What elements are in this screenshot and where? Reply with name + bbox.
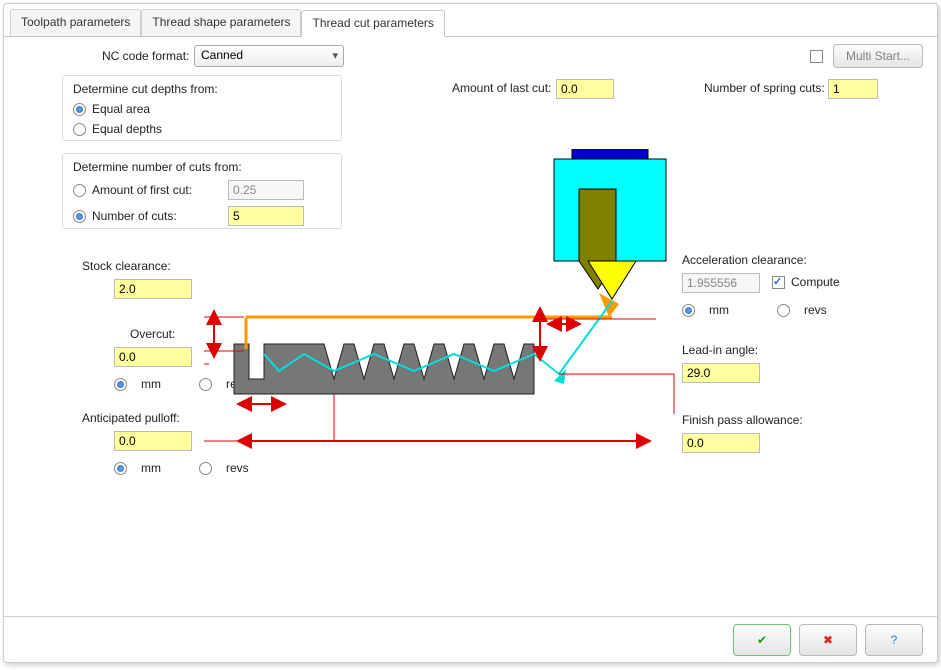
cancel-button[interactable]: ✖: [799, 624, 857, 656]
tab-toolpath-parameters[interactable]: Toolpath parameters: [10, 9, 141, 36]
stock-clearance-label: Stock clearance:: [82, 259, 171, 273]
equal-depths-radio[interactable]: [73, 123, 86, 136]
tab-thread-shape-parameters[interactable]: Thread shape parameters: [141, 9, 301, 36]
close-icon: ✖: [823, 633, 833, 647]
number-of-cuts-radio[interactable]: [73, 210, 86, 223]
overcut-mm-radio[interactable]: [114, 378, 127, 391]
tab-thread-cut-parameters[interactable]: Thread cut parameters: [301, 10, 444, 37]
stock-clearance-input[interactable]: [114, 279, 192, 299]
ok-button[interactable]: ✔: [733, 624, 791, 656]
nc-code-format-label: NC code format:: [102, 49, 189, 63]
equal-area-label: Equal area: [92, 102, 150, 116]
accel-compute-label: Compute: [791, 275, 840, 289]
anticipated-pulloff-input[interactable]: [114, 431, 192, 451]
number-of-cuts-label: Number of cuts:: [92, 209, 222, 223]
thread-cut-parameters-dialog: Toolpath parameters Thread shape paramet…: [3, 3, 938, 663]
lead-in-angle-input[interactable]: [682, 363, 760, 383]
amount-first-cut-radio[interactable]: [73, 184, 86, 197]
accel-compute-checkbox[interactable]: [772, 276, 785, 289]
thread-diagram: [204, 149, 684, 509]
dialog-footer: ✔ ✖ ?: [4, 616, 937, 662]
nc-code-format-dropdown[interactable]: Canned: [194, 45, 344, 67]
accel-mm-label: mm: [709, 303, 729, 317]
accel-revs-radio[interactable]: [777, 304, 790, 317]
check-icon: ✔: [757, 633, 767, 647]
accel-clearance-input: [682, 273, 760, 293]
multi-start-button[interactable]: Multi Start...: [833, 44, 923, 68]
equal-depths-label: Equal depths: [92, 122, 162, 136]
amount-last-cut-input[interactable]: [556, 79, 614, 99]
amount-first-cut-label: Amount of first cut:: [92, 183, 222, 197]
nc-code-format-value: Canned: [201, 48, 243, 62]
tab-bar: Toolpath parameters Thread shape paramet…: [4, 4, 937, 37]
spring-cuts-label: Number of spring cuts:: [704, 81, 825, 95]
help-icon: ?: [891, 633, 898, 647]
help-button[interactable]: ?: [865, 624, 923, 656]
accel-revs-label: revs: [804, 303, 827, 317]
spring-cuts-input[interactable]: [828, 79, 878, 99]
equal-area-radio[interactable]: [73, 103, 86, 116]
multi-start-checkbox[interactable]: [810, 50, 823, 63]
cut-depths-title: Determine cut depths from:: [73, 82, 218, 96]
anticipated-pulloff-label: Anticipated pulloff:: [82, 411, 180, 425]
finish-pass-label: Finish pass allowance:: [682, 413, 803, 427]
overcut-input[interactable]: [114, 347, 192, 367]
tab-content: NC code format: Canned Multi Start... De…: [4, 37, 937, 615]
amount-last-cut-label: Amount of last cut:: [452, 81, 551, 95]
accel-clearance-label: Acceleration clearance:: [682, 253, 807, 267]
anticipated-mm-label: mm: [141, 461, 161, 475]
multi-start-area: Multi Start...: [810, 44, 923, 68]
overcut-label: Overcut:: [130, 327, 175, 341]
lead-in-angle-label: Lead-in angle:: [682, 343, 758, 357]
anticipated-mm-radio[interactable]: [114, 462, 127, 475]
cut-depths-group: Determine cut depths from: Equal area Eq…: [62, 75, 342, 141]
finish-pass-input[interactable]: [682, 433, 760, 453]
overcut-mm-label: mm: [141, 377, 161, 391]
